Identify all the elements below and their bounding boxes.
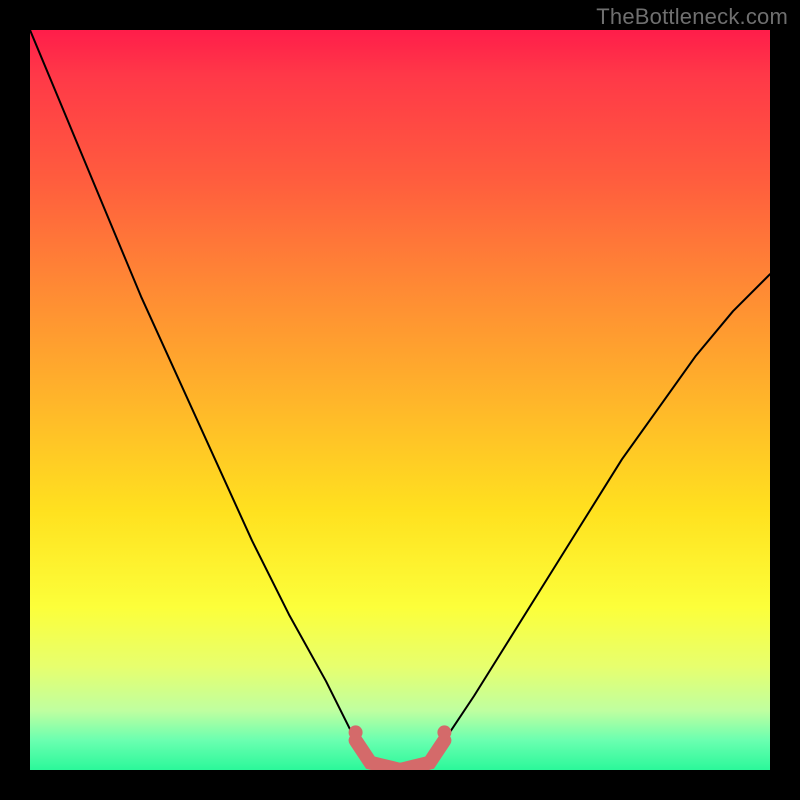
accent-band	[356, 740, 445, 770]
watermark-text: TheBottleneck.com	[596, 4, 788, 30]
main-curve	[30, 30, 770, 770]
chart-svg	[30, 30, 770, 770]
chart-frame: TheBottleneck.com	[0, 0, 800, 800]
accent-endcap-right	[437, 725, 451, 739]
accent-endcap-left	[349, 725, 363, 739]
plot-area	[30, 30, 770, 770]
